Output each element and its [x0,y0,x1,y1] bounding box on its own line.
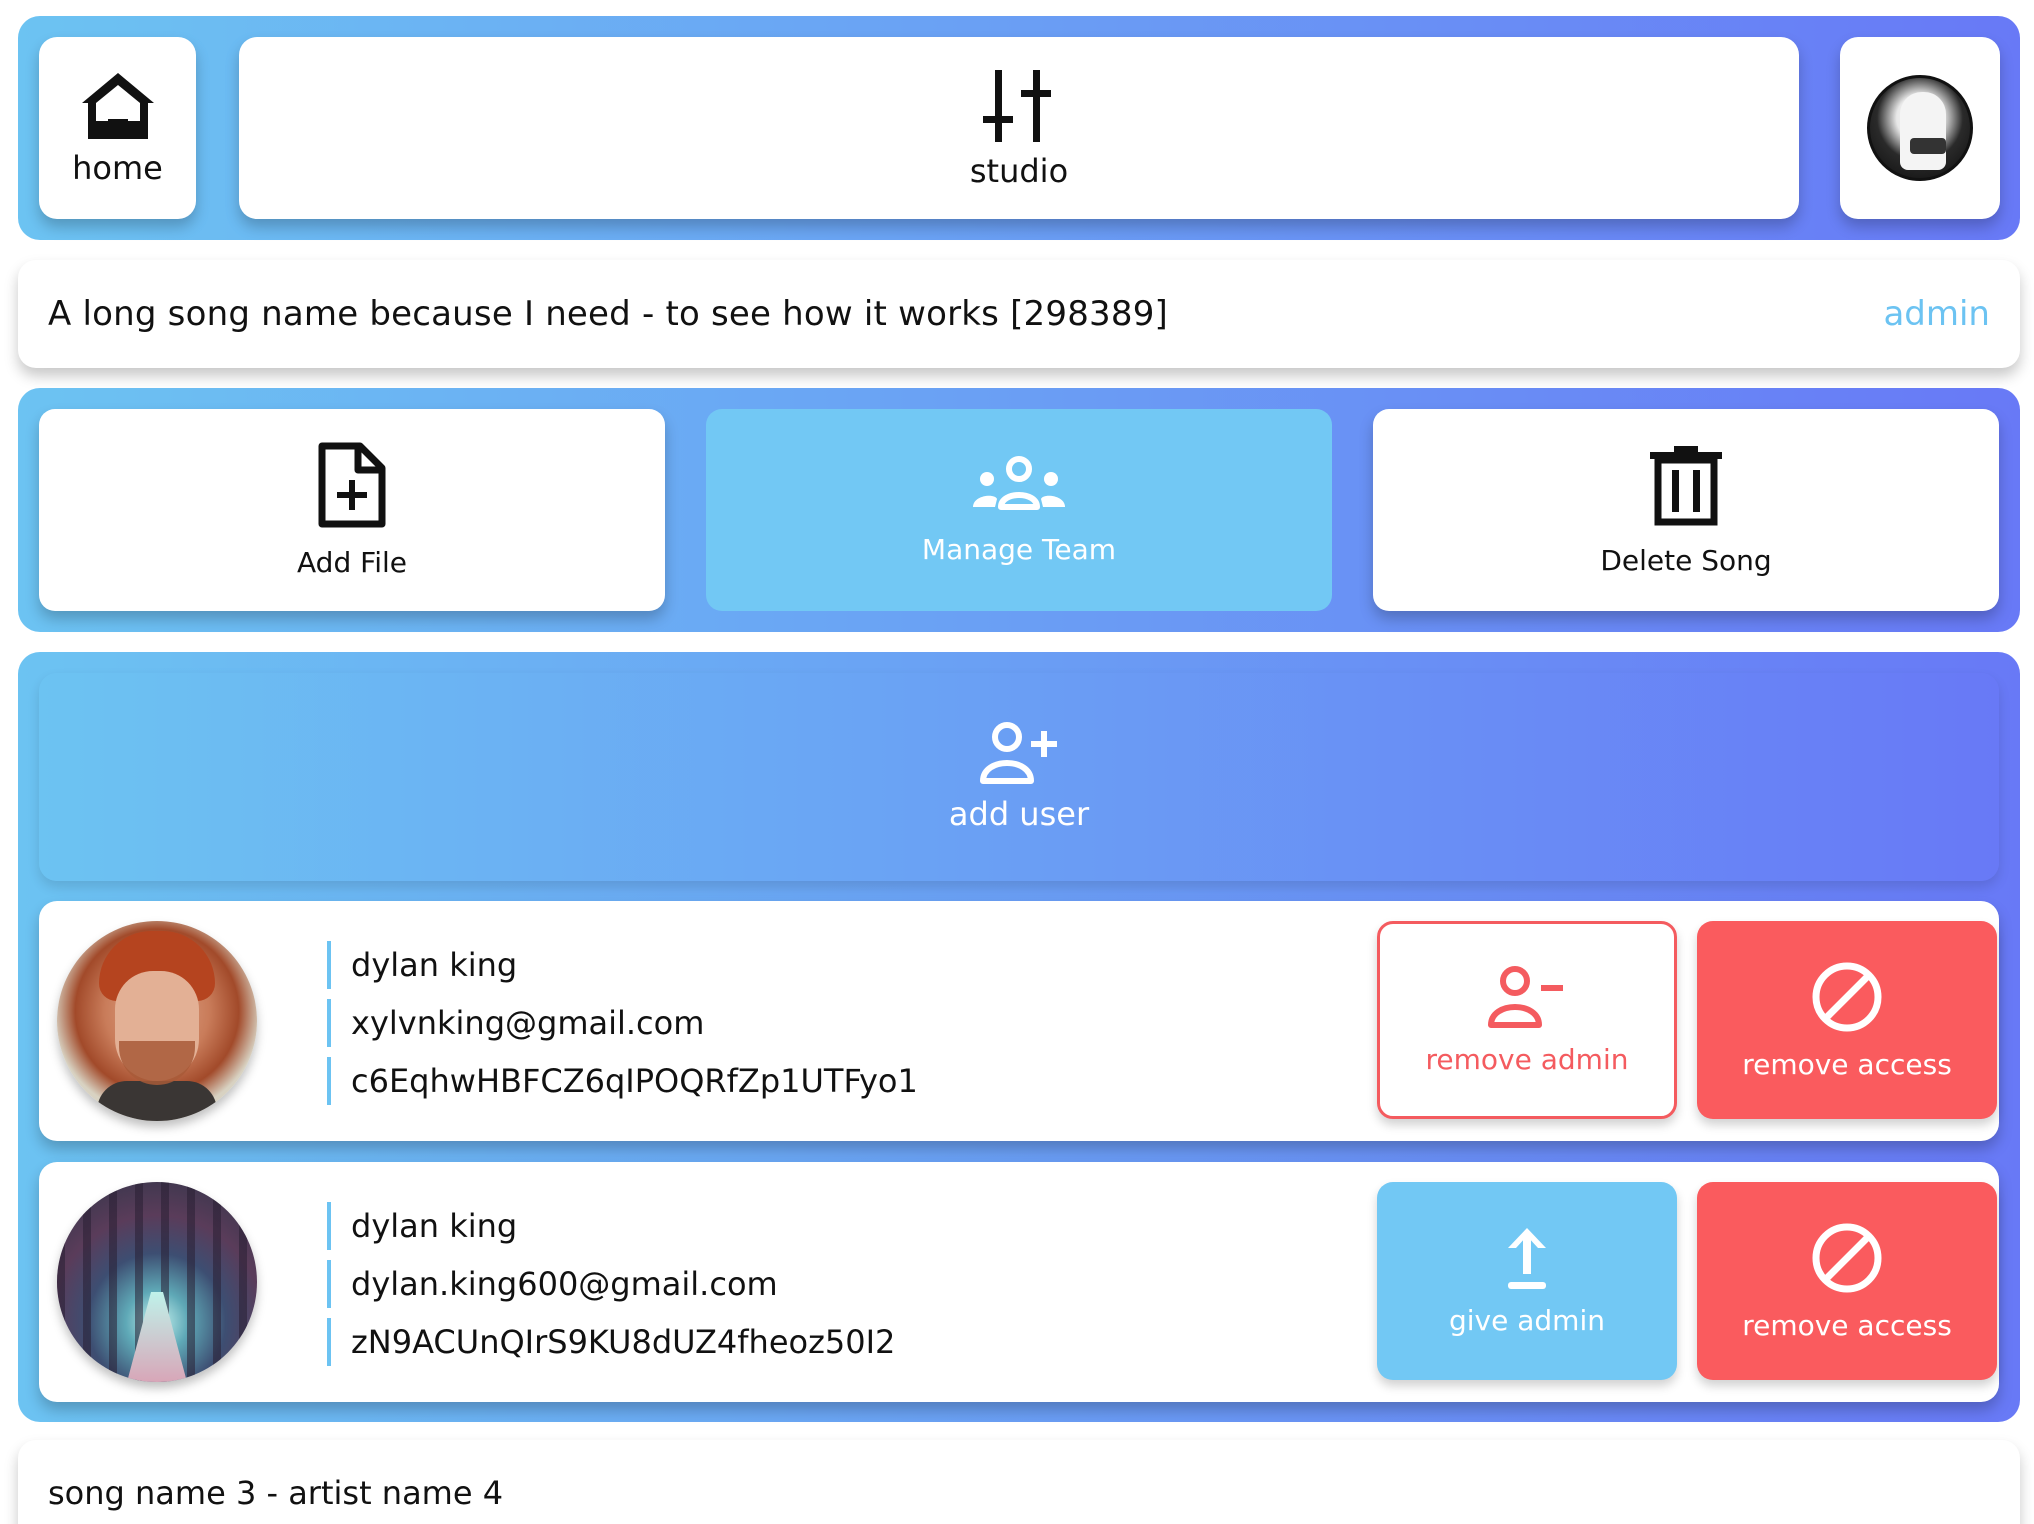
member-name: dylan king [327,941,918,989]
member-avatar [57,1182,257,1382]
member-email: dylan.king600@gmail.com [327,1260,895,1308]
member-name: dylan king [327,1202,895,1250]
home-label: home [72,149,163,187]
manage-team-button[interactable]: Manage Team [706,409,1332,611]
member-info: dylan king xylvnking@gmail.com c6EqhwHBF… [327,941,918,1115]
block-icon [1810,960,1884,1034]
trash-icon [1648,444,1724,526]
remove-admin-label: remove admin [1425,1042,1629,1076]
manage-team-label: Manage Team [921,532,1117,566]
home-icon [78,69,158,143]
team-member-row: dylan king xylvnking@gmail.com c6EqhwHBF… [39,901,1999,1141]
song-list-item[interactable]: song name 3 - artist name 4 [18,1440,2020,1524]
team-panel: add user dylan king xylvnking@gmail.com … [18,652,2020,1422]
block-icon [1810,1221,1884,1295]
give-admin-label: give admin [1449,1303,1605,1337]
song-actions-panel: Add File Manage Team Delete Song [18,388,2020,632]
studio-button[interactable]: studio [239,37,1799,219]
add-user-label: add user [948,795,1090,833]
add-user-button[interactable]: add user [39,673,1999,881]
remove-access-label: remove access [1742,1047,1952,1081]
team-member-row: dylan king dylan.king600@gmail.com zN9AC… [39,1162,1999,1402]
song-list-item-title: song name 3 - artist name 4 [48,1474,504,1512]
role-badge[interactable]: admin [1883,294,1990,334]
remove-access-button[interactable]: remove access [1697,921,1997,1119]
upload-arrow-icon [1502,1226,1552,1290]
remove-access-button[interactable]: remove access [1697,1182,1997,1380]
user-minus-icon [1487,965,1567,1029]
member-uid: c6EqhwHBFCZ6qIPOQRfZp1UTFyo1 [327,1057,918,1105]
delete-song-button[interactable]: Delete Song [1373,409,1999,611]
user-plus-icon [979,721,1059,785]
remove-admin-button[interactable]: remove admin [1377,921,1677,1119]
member-email: xylvnking@gmail.com [327,999,918,1047]
give-admin-button[interactable]: give admin [1377,1182,1677,1380]
home-button[interactable]: home [39,37,196,219]
delete-song-label: Delete Song [1600,543,1772,577]
team-icon [969,455,1069,515]
member-avatar [57,921,257,1121]
profile-avatar [1867,75,1973,181]
song-title: A long song name because I need - to see… [48,294,1169,334]
add-file-label: Add File [297,545,407,579]
member-info: dylan king dylan.king600@gmail.com zN9AC… [327,1202,895,1376]
remove-access-label: remove access [1742,1308,1952,1342]
add-file-button[interactable]: Add File [39,409,665,611]
file-plus-icon [316,442,388,528]
member-uid: zN9ACUnQIrS9KU8dUZ4fheoz50I2 [327,1318,895,1366]
top-nav-bar: home studio [18,16,2020,240]
song-title-bar[interactable]: A long song name because I need - to see… [18,260,2020,368]
sliders-icon [979,66,1059,146]
profile-button[interactable] [1840,37,2000,219]
studio-label: studio [969,152,1069,190]
